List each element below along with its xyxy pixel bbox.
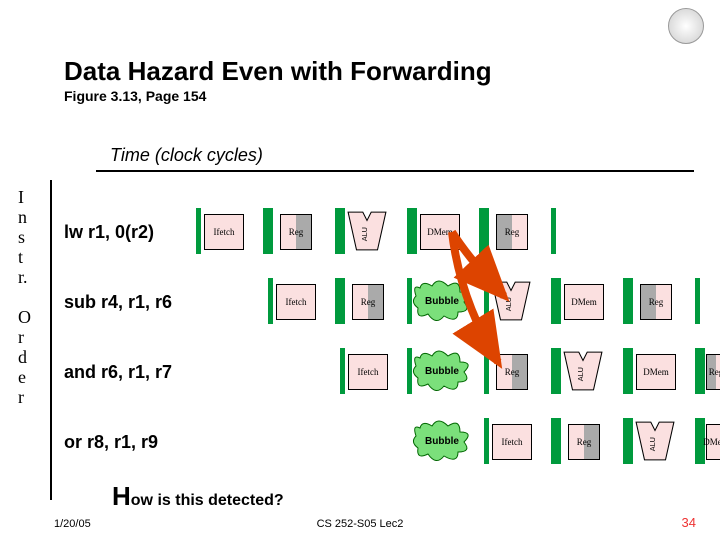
stage-alu: ALU [340,208,412,254]
instr-or: or r8, r1, r9 [64,432,158,453]
svg-text:ALU: ALU [360,227,369,241]
question-text: How is this detected? [112,481,284,512]
stage-ifetch: Ifetch [484,418,556,464]
instr-and: and r6, r1, r7 [64,362,172,383]
stage-ifetch: Ifetch [196,208,268,254]
stage-reg: Reg [484,348,556,394]
logo-badge [668,8,704,44]
instr-sub: sub r4, r1, r6 [64,292,172,313]
bubble: Bubble [410,278,474,324]
stage-ifetch: Ifetch [340,348,412,394]
time-axis-label: Time (clock cycles) [110,145,263,166]
instruction-axis-label: Ins tr. Ord er [18,188,38,408]
slide-subtitle: Figure 3.13, Page 154 [64,88,206,104]
svg-text:ALU: ALU [648,437,657,451]
stage-ifetch: Ifetch [268,278,340,324]
stage-dmem: DMem [556,278,628,324]
instruction-axis-line [50,180,52,500]
stage-alu: ALU [628,418,700,464]
bubble: Bubble [410,348,474,394]
stage-reg-wb: Reg [484,208,556,254]
instr-lw: lw r1, 0(r2) [64,222,154,243]
stage-alu: ALU [484,278,556,324]
stage-reg-wb: Reg [700,348,720,394]
stage-reg: Reg [556,418,628,464]
stage-alu: ALU [556,348,628,394]
stage-reg: Reg [268,208,340,254]
slide-title: Data Hazard Even with Forwarding [64,56,492,87]
stage-reg: Reg [340,278,412,324]
bubble: Bubble [410,418,474,464]
stage-dmem: DMem [700,418,720,464]
svg-text:ALU: ALU [504,297,513,311]
stage-dmem: DMem [628,348,700,394]
stage-dmem: DMem [412,208,484,254]
time-axis-line [96,170,694,172]
footer-page-number: 34 [682,515,696,530]
footer-center: CS 252-S05 Lec2 [0,518,720,530]
stage-reg-wb: Reg [628,278,700,324]
svg-text:ALU: ALU [576,367,585,381]
